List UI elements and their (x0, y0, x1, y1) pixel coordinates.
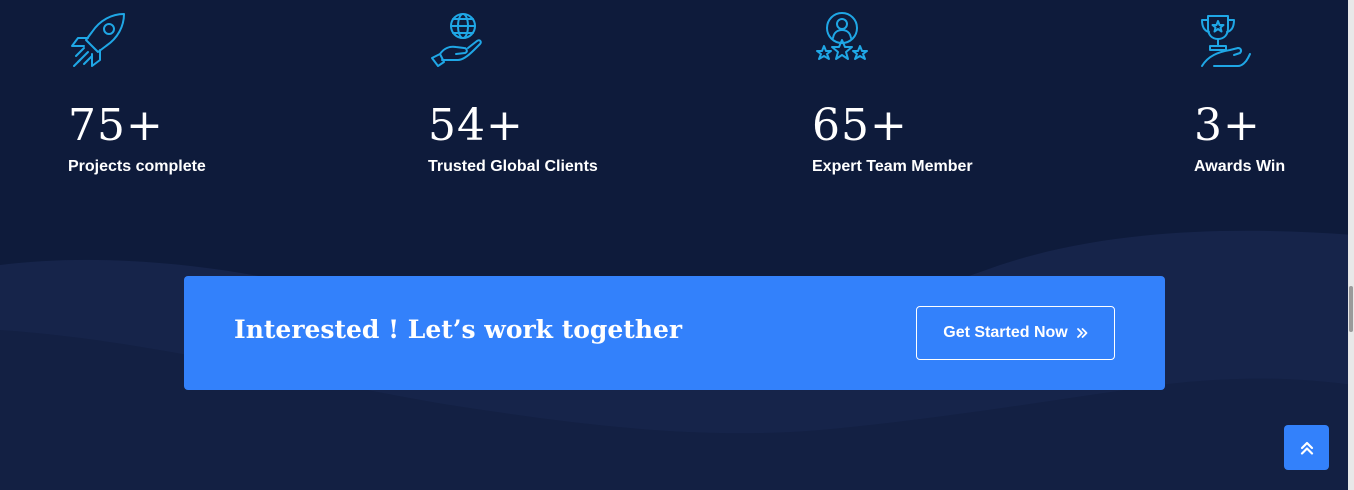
stat-clients: 54+ Trusted Global Clients (428, 10, 598, 175)
stat-label: Projects complete (68, 158, 206, 175)
stats-section: 75+ Projects complete 54+ Trusted Global… (0, 0, 1354, 490)
double-chevron-right-icon (1076, 328, 1088, 338)
stat-number: 3+ (1194, 100, 1261, 151)
cta-heading: Interested ! Let’s work together (234, 315, 683, 344)
stat-projects: 75+ Projects complete (68, 10, 206, 175)
stat-label: Trusted Global Clients (428, 158, 598, 175)
stat-team: 65+ Expert Team Member (812, 10, 973, 175)
user-stars-icon (816, 12, 868, 60)
stat-label: Awards Win (1194, 158, 1286, 175)
rocket-icon (71, 13, 125, 67)
page-scrollbar[interactable] (1348, 0, 1354, 490)
stat-label: Expert Team Member (812, 158, 973, 175)
stat-number: 65+ (812, 100, 908, 151)
get-started-label: Get Started Now (943, 324, 1068, 341)
globe-in-hand-icon (431, 13, 482, 67)
scrollbar-thumb[interactable] (1349, 286, 1353, 332)
stat-number: 54+ (428, 100, 524, 151)
cta-banner: Interested ! Let’s work together Get Sta… (184, 276, 1165, 390)
background-waves (0, 230, 1354, 490)
get-started-button[interactable]: Get Started Now (916, 306, 1115, 360)
stat-awards: 3+ Awards Win (1194, 10, 1285, 175)
stat-number: 75+ (68, 100, 164, 151)
scroll-to-top-button[interactable] (1284, 425, 1329, 470)
trophy-icon (1201, 15, 1251, 67)
double-chevron-up-icon (1300, 441, 1313, 455)
